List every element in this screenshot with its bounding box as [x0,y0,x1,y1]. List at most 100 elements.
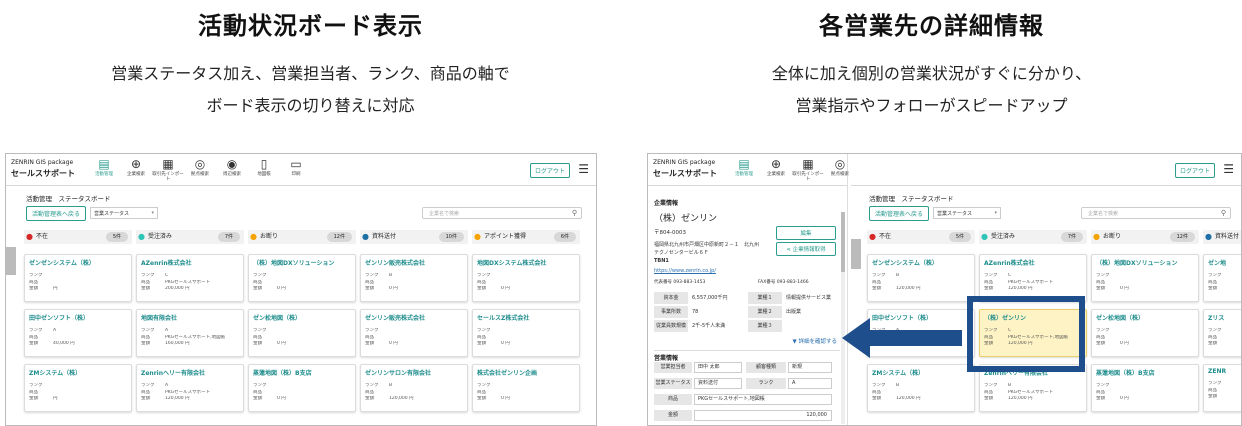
left-panel: 活動状況ボード表示 営業ステータス加え、営業担当者、ランク、商品の軸で ボード表… [0,0,621,426]
card-amount-value: 0 円 [277,341,286,346]
sidebar-collapse-tab[interactable] [6,247,16,275]
card-amount-row: 金額 [1208,394,1241,401]
nav-file[interactable]: ▦ 取引先インポート [152,157,184,182]
fetch-company-info-button[interactable]: ⋖ 企業情報取得 [776,242,836,256]
company-card[interactable]: ゼンリン販売株式会社 ランク B 商品 金額 0 円 [360,254,468,302]
nav-pin-search[interactable]: ◎ 拠点検索 [184,157,216,182]
board-axis-select[interactable]: 営業ステータス [90,207,158,219]
back-to-list-button[interactable]: 活動管理表へ戻る [869,206,930,221]
company-card[interactable]: ゼンリン販売株式会社 ランク 商品 金額 0 円 [360,309,468,357]
column-header[interactable]: ●資料送付10件 [1203,230,1241,244]
status-board-behind: ログアウト ☰ 活動管理 ステータスボード 活動管理表へ戻る 営業ステータス 企… [851,154,1241,425]
company-card[interactable]: 地図有限会社 ランク A 商品 PKGセールスサポート,地図帳 金額 160,000 円 [136,309,244,357]
company-card[interactable]: 田中ゼンソフト（株）ランクA商品金額40,000 円 [24,309,132,357]
column-header[interactable]: ● お断り 12件 [1091,230,1199,244]
nav-file[interactable]: ▦ 取引先インポート [792,157,824,182]
nav-document[interactable]: ▤ 活動管理 [728,157,760,182]
nav-document[interactable]: ▤ 活動管理 [88,157,120,182]
scrollbar-thumb[interactable] [841,212,845,272]
card-amount-row: 金額 120,000 円 [872,396,970,403]
nav-crosshair[interactable]: ⊕ 企業検索 [120,157,152,182]
nav-label: 企業検索 [127,172,145,177]
card-amount-label: 金額 [29,341,38,346]
printer-icon: ▭ [290,157,302,171]
company-card[interactable]: ゼン松地図（株） ランク 商品 金額 0 円 [1091,309,1199,357]
rank-select[interactable]: A [788,378,832,389]
attribute-row: 業種３ [748,320,786,332]
product-select[interactable]: PKGセールスサポート,地図帳 [694,394,832,405]
company-url-link[interactable]: https://www.zenrin.co.jp/ [654,268,716,274]
search-icon[interactable]: ⚲ [572,209,577,217]
show-details-link[interactable]: ▼ 詳細を確認する [793,337,837,345]
left-desc-line1: 営業ステータス加え、営業担当者、ランク、商品の軸で [111,64,510,83]
company-search-input[interactable]: 企業名で検索 ⚲ [1081,207,1231,219]
column-header[interactable]: ● 受注済み 7件 [136,230,244,244]
location-pin-icon: ● [1093,232,1100,241]
column-header[interactable]: ● 受注済み 7件 [979,230,1087,244]
card-amount-row: 金額 円 [29,286,127,293]
company-card[interactable]: 蒸蓮地図（株）B支店 ランク 商品 金額 0 円 [248,364,356,412]
board-axis-select[interactable]: 営業ステータス [933,207,1001,219]
hamburger-menu-icon[interactable]: ☰ [1223,163,1234,175]
nav-book[interactable]: ▯地図帳 [248,157,280,182]
company-card[interactable]: Zenrinヘリー有限会社 ランク A 商品 PKGセールスサポート 金額 120,000 … [136,364,244,412]
card-amount-row: 金額 0 円 [253,286,351,293]
edit-button[interactable]: 編集 [776,226,836,240]
company-card[interactable]: （株）地図DXソリューション ランク 商品 金額 0 円 [1091,254,1199,302]
company-card[interactable]: 蒸蓮地図（株）B支店 ランク 商品 金額 0 円 [1091,364,1199,412]
column-title: 受注済み [991,233,1016,240]
card-amount-row: 金額 [1208,341,1241,348]
logout-button[interactable]: ログアウト [529,163,570,178]
company-card[interactable]: （株）地図DXソリューション ランク 商品 金額 0 円 [248,254,356,302]
card-amount-label: 金額 [253,396,262,401]
card-company-name: ゼンリン販売株式会社 [365,315,426,322]
column-header[interactable]: ● アポイント獲得 6件 [472,230,580,244]
column-title: お断り [1103,233,1122,240]
company-card[interactable]: ZMシステム（株） ランク B 商品 金額 120,000 円 [867,364,975,412]
logout-button[interactable]: ログアウト [1174,163,1215,178]
staff-select[interactable]: 田中 太郎 [694,362,742,373]
column-header[interactable]: ● 不在 5件 [867,230,975,244]
company-card[interactable]: ゼンゼンシステム（株） ランク B 商品 金額 120,000 円 [867,254,975,302]
sidebar-collapse-tab[interactable] [851,239,861,269]
card-company-name: 地図有限会社 [141,315,178,322]
status-select[interactable]: 資料送付 [694,378,742,389]
company-card[interactable]: 地図DXシステム株式会社 ランク 商品 金額 0 円 [472,254,580,302]
card-amount-label: 金額 [29,286,38,291]
search-icon[interactable]: ⚲ [1221,209,1226,217]
column-header[interactable]: ● 不在 5件 [24,230,132,244]
card-company-name: ゼンリン販売株式会社 [365,260,426,267]
company-card[interactable]: ZENR ランク 商品 金額 [1203,364,1241,412]
kanban-column: ●資料送付10件ゼン地ランク商品金額 Zリスランク商品金額 ZENRランク商品金額 [1203,230,1241,419]
company-card[interactable]: 株式会社ゼンリン企画 ランク 商品 金額 0 円 [472,364,580,412]
hamburger-menu-icon[interactable]: ☰ [578,163,589,175]
card-amount-row: 金額 0 円 [253,396,351,403]
nav-radar-search[interactable]: ◉周辺検索 [216,157,248,182]
nav-printer[interactable]: ▭印刷 [280,157,312,182]
amount-input[interactable]: 120,000 [694,410,832,421]
company-card[interactable]: ゼン地 ランク 商品 金額 [1203,254,1241,302]
column-header[interactable]: ● お断り 12件 [248,230,356,244]
amount-label: 金額 [654,410,692,421]
card-company-name: （株）地図DXソリューション [1096,260,1178,267]
company-card[interactable]: ゼンゼンシステム（株） ランク 商品 金額円 [24,254,132,302]
company-card[interactable]: Zリス ランク 商品 金額 [1203,309,1241,357]
company-card[interactable]: ZMシステム（株） ランク 商品 金額円 [24,364,132,412]
right-desc-line1: 全体に加え個別の営業状況がすぐに分かり、 [771,64,1092,83]
column-header[interactable]: ●資料送付10件 [360,230,468,244]
company-search-input[interactable]: 企業名で検索 ⚲ [422,207,582,219]
company-card[interactable]: ゼンリンサロン有限会社 ランク B 商品 金額 120,000 円 [360,364,468,412]
back-to-list-button[interactable]: 活動管理表へ戻る [26,206,87,221]
card-product-value: PKGセールスサポート [1008,279,1054,285]
column-count-badge: 10件 [438,232,464,242]
nav-crosshair[interactable]: ⊕ 企業検索 [760,157,792,182]
card-amount-label: 金額 [1208,286,1217,291]
rank-label: ランク [746,378,786,389]
company-card[interactable]: セールスZ株式会社 ランク 商品 金額 0 円 [472,309,580,357]
card-rank-value: A [165,328,169,333]
customer-type-select[interactable]: 新規 [788,362,832,373]
company-card[interactable]: ゼン松地図（株） ランク 商品 金額 0 円 [248,309,356,357]
card-company-name: 株式会社ゼンリン企画 [477,370,538,377]
company-card[interactable]: AZenrin株式会社 ランク C 商品 PKGセールスサポート 金額 120,000 円 [979,254,1087,302]
company-card[interactable]: AZenrin株式会社 ランク C 商品 PKGセールスサポート 金額 200,000 円 [136,254,244,302]
